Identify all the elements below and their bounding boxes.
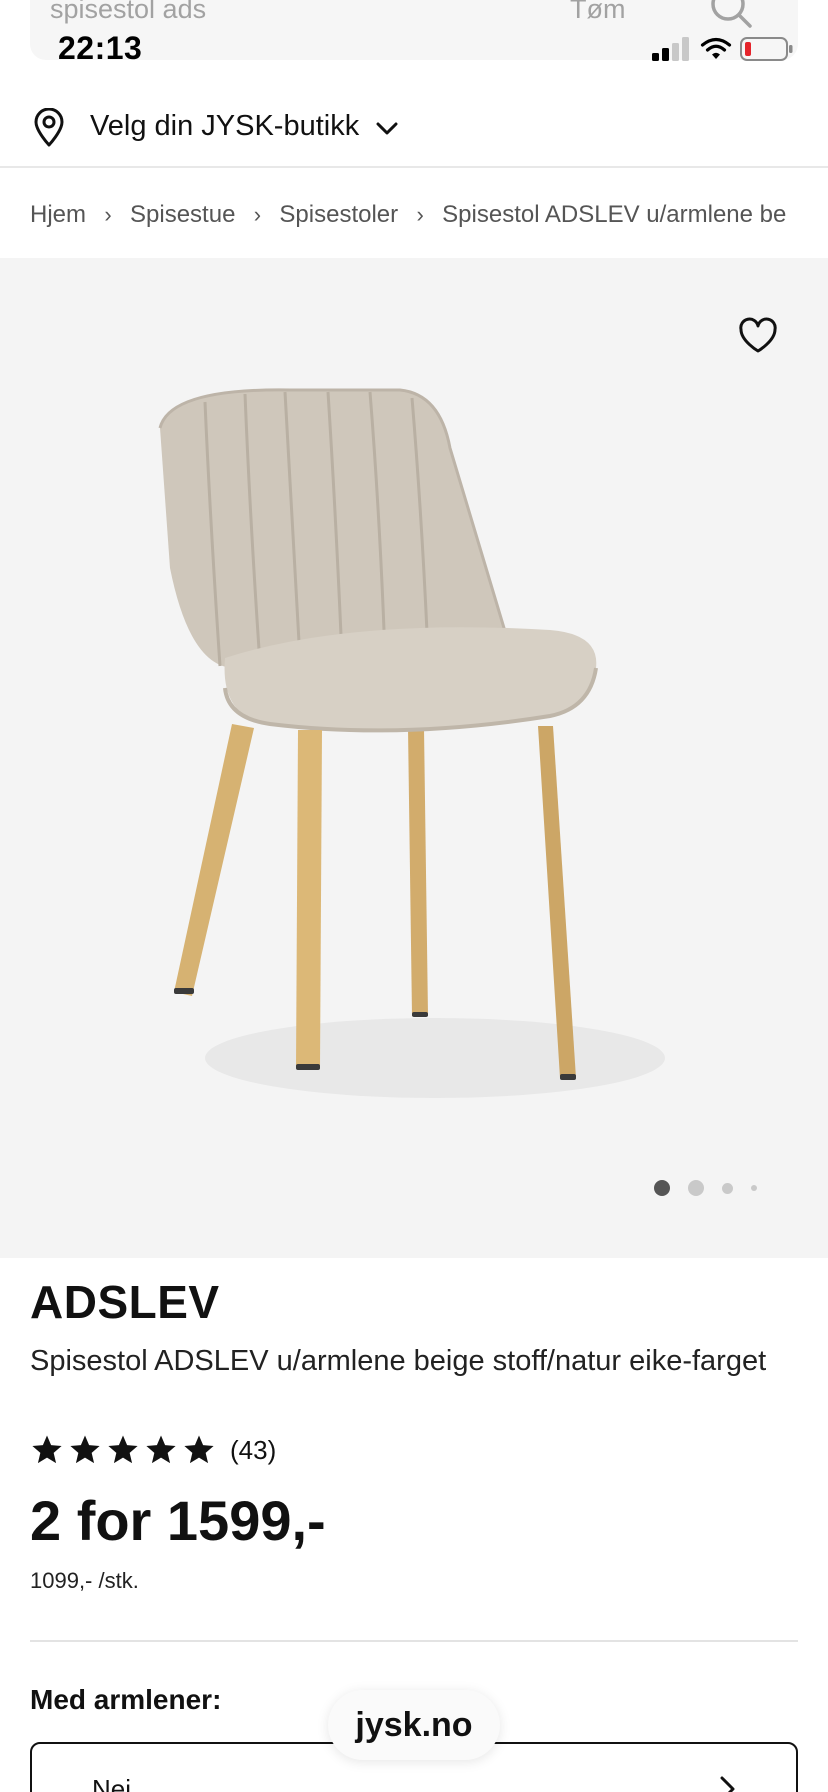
rating-stars [30, 1433, 216, 1467]
signal-icon [652, 37, 689, 61]
product-rating[interactable]: (43) [30, 1430, 276, 1470]
breadcrumb-separator-icon: › [253, 202, 262, 227]
product-brand: ADSLEV [30, 1276, 220, 1328]
breadcrumb-item-current: Spisestol ADSLEV u/armlene be [442, 201, 787, 228]
pagination-dot[interactable] [722, 1182, 733, 1194]
breadcrumb-item-dining-room[interactable]: Spisestue [130, 201, 235, 229]
pagination-dot[interactable] [751, 1185, 757, 1191]
armrest-option-label: Med armlener: [30, 1684, 222, 1715]
divider [30, 1640, 798, 1642]
breadcrumb: Hjem › Spisestue › Spisestoler › Spisest… [30, 198, 786, 232]
breadcrumb-separator-icon: › [416, 202, 424, 227]
armrest-option-value: Nei [92, 1774, 132, 1792]
wifi-icon [700, 37, 732, 59]
search-input[interactable]: spisestol ads [50, 0, 206, 25]
star-icon [184, 1435, 214, 1464]
product-name: Spisestol ADSLEV u/armlene beige stoff/n… [30, 1345, 767, 1377]
star-icon [32, 1435, 62, 1464]
chevron-right-icon [720, 1776, 735, 1792]
unit-price: 1099,- /stk. [30, 1568, 139, 1593]
pagination-dot[interactable] [688, 1180, 704, 1196]
breadcrumb-separator-icon: › [104, 202, 112, 227]
gallery-pagination[interactable] [654, 1180, 757, 1196]
chevron-down-icon [376, 122, 398, 135]
store-selector[interactable]: Velg din JYSK-butikk [0, 92, 828, 168]
battery-icon [740, 37, 793, 61]
favorite-heart-icon[interactable] [736, 314, 780, 358]
breadcrumb-item-home[interactable]: Hjem [30, 201, 86, 229]
star-icon [108, 1435, 138, 1464]
product-gallery[interactable] [0, 258, 828, 1258]
breadcrumb-item-dining-chairs[interactable]: Spisestoler [279, 201, 398, 229]
product-price: 2 for 1599,- [30, 1489, 326, 1552]
clear-search-button[interactable]: Tøm [570, 0, 625, 25]
location-pin-icon [34, 108, 64, 147]
star-icon [70, 1435, 100, 1464]
product-image[interactable] [150, 368, 690, 1138]
pagination-dot-active[interactable] [654, 1180, 670, 1196]
status-icons [652, 36, 794, 62]
rating-count[interactable]: (43) [230, 1435, 276, 1466]
star-icon [146, 1435, 176, 1464]
store-selector-label: Velg din JYSK-butikk [90, 110, 360, 142]
status-time: 22:13 [58, 30, 143, 66]
search-icon[interactable] [710, 0, 754, 30]
browser-address-bar[interactable]: jysk.no [328, 1690, 500, 1760]
